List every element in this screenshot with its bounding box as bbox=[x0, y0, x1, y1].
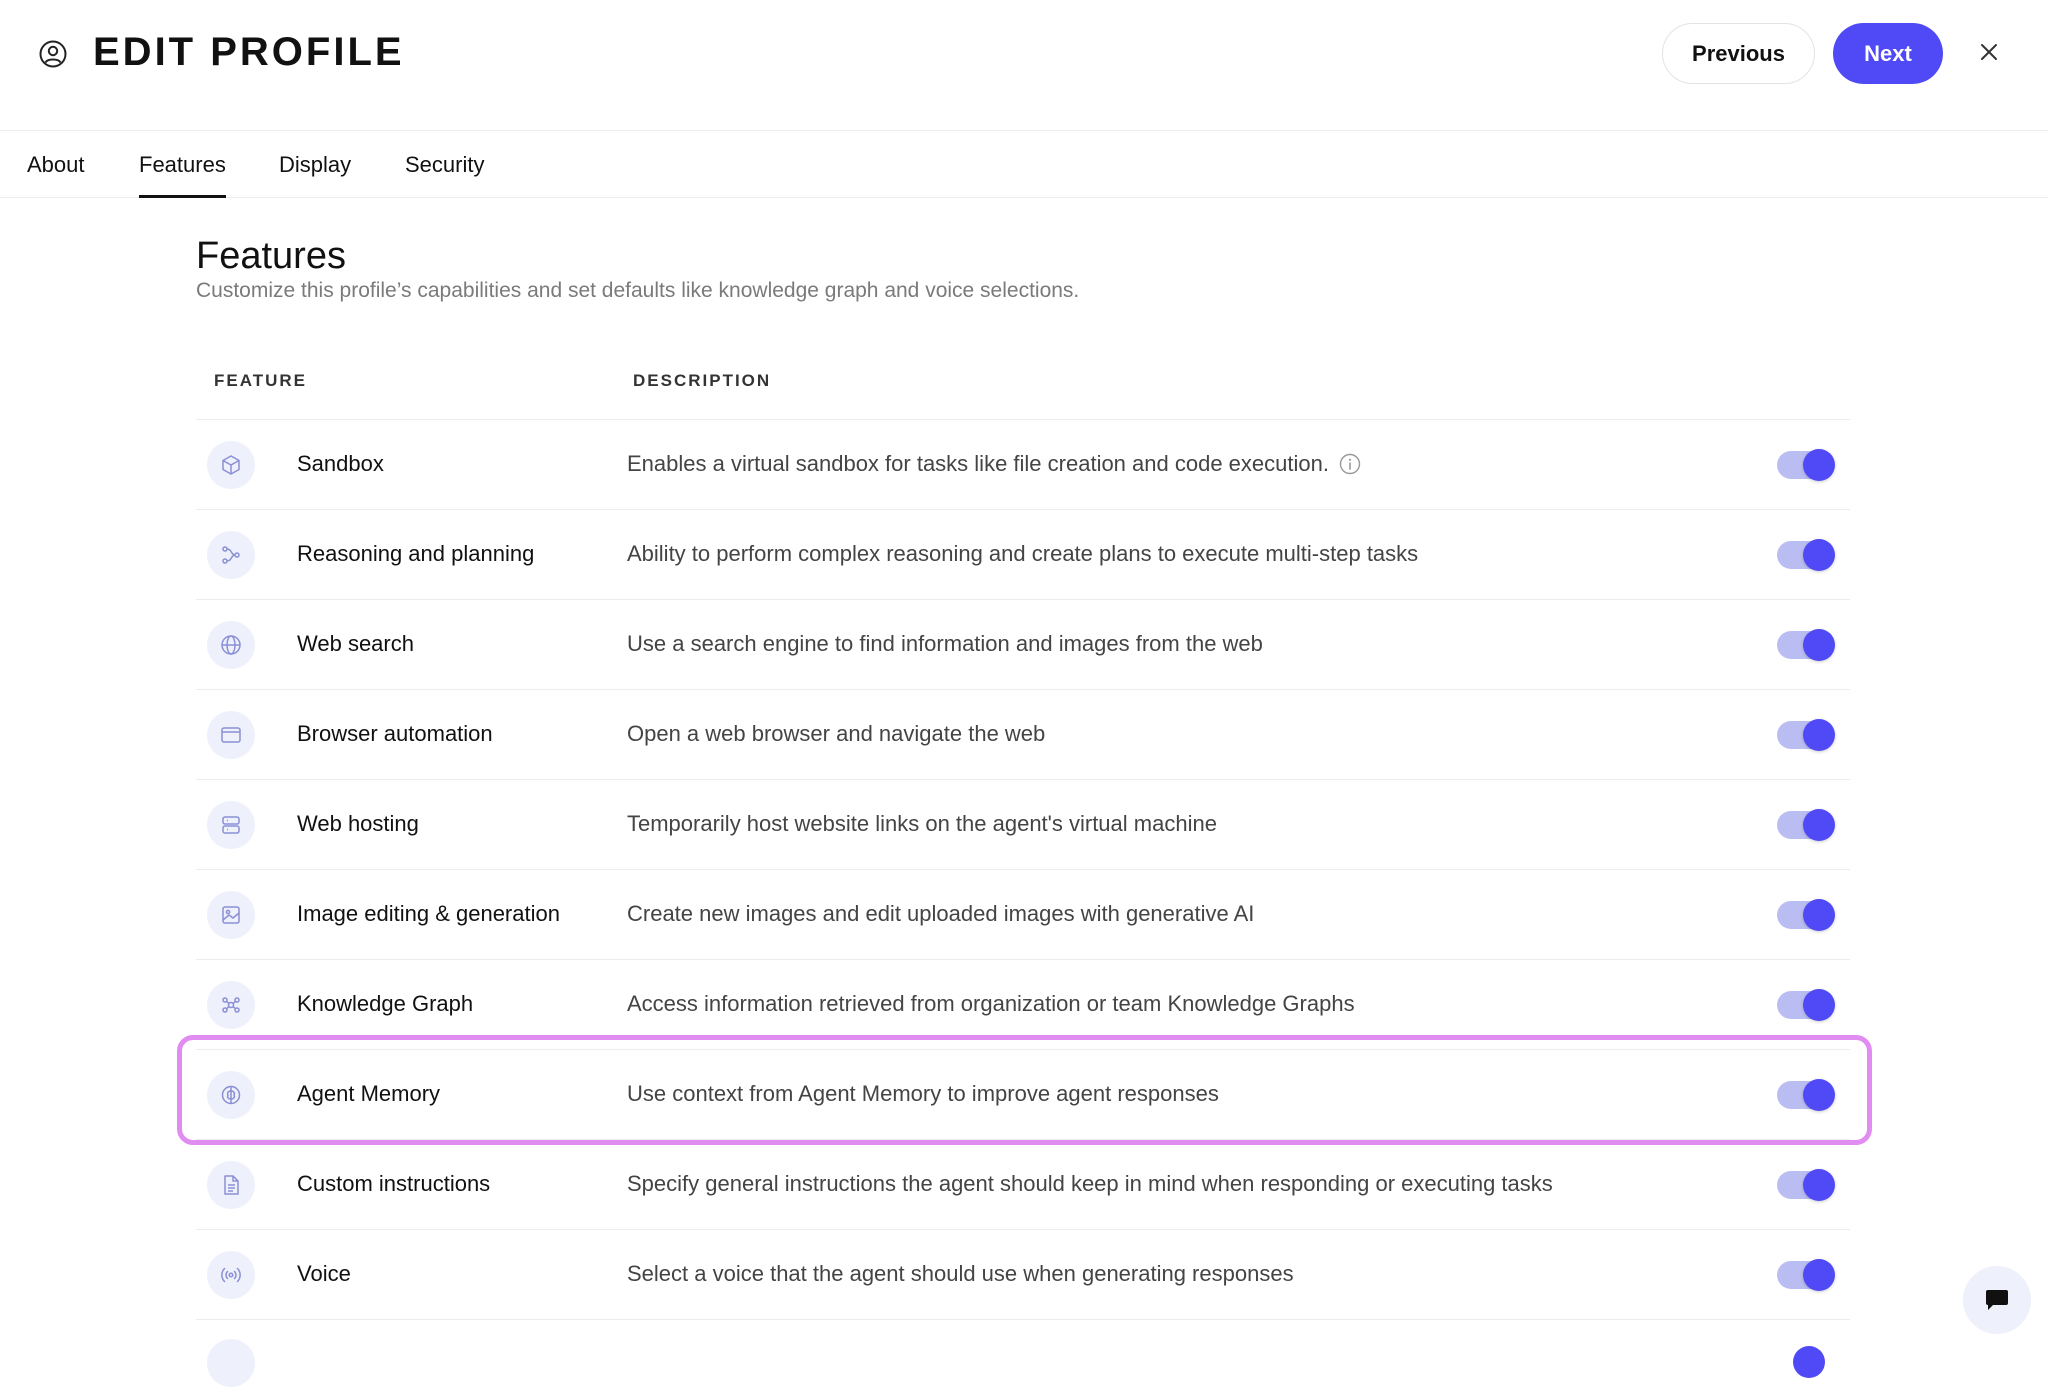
feature-name: Custom instructions bbox=[297, 1171, 491, 1196]
knowledge-graph-toggle[interactable] bbox=[1777, 989, 1835, 1021]
feature-row-browser-automation: Browser automation Open a web browser an… bbox=[196, 690, 1850, 780]
feature-row-agent-memory: Agent Memory Use context from Agent Memo… bbox=[196, 1050, 1850, 1140]
tab-display[interactable]: Display bbox=[279, 131, 351, 198]
feature-row-web-hosting: Web hosting Temporarily host website lin… bbox=[196, 780, 1850, 870]
toggle-knob bbox=[1803, 719, 1835, 751]
feature-name: Knowledge Graph bbox=[297, 991, 474, 1016]
toggle-knob bbox=[1803, 449, 1835, 481]
image-icon bbox=[207, 891, 255, 939]
feature-row-partial bbox=[196, 1318, 1850, 1387]
feature-row-reasoning: Reasoning and planning Ability to perfor… bbox=[196, 510, 1850, 600]
tab-about[interactable]: About bbox=[27, 131, 85, 198]
toggle-knob bbox=[1803, 1079, 1835, 1111]
browser-window-icon bbox=[207, 711, 255, 759]
page-title: EDIT PROFILE bbox=[93, 30, 405, 74]
close-icon[interactable] bbox=[1976, 39, 2002, 65]
feature-description: Enables a virtual sandbox for tasks like… bbox=[627, 451, 1361, 477]
column-header-feature: FEATURE bbox=[214, 371, 308, 390]
chat-button[interactable] bbox=[1963, 1266, 2031, 1334]
feature-description: Specify general instructions the agent s… bbox=[627, 1171, 1553, 1196]
toggle-knob bbox=[1803, 539, 1835, 571]
feature-description: Open a web browser and navigate the web bbox=[627, 721, 1046, 746]
info-icon[interactable] bbox=[1339, 453, 1361, 475]
document-icon bbox=[207, 1161, 255, 1209]
feature-row-web-search: Web search Use a search engine to find i… bbox=[196, 600, 1850, 690]
modal-header: EDIT PROFILE Previous Next bbox=[0, 0, 2048, 131]
web-hosting-toggle[interactable] bbox=[1777, 809, 1835, 841]
reasoning-toggle[interactable] bbox=[1777, 539, 1835, 571]
feature-icon bbox=[207, 1339, 255, 1387]
column-header-description: DESCRIPTION bbox=[633, 371, 772, 390]
feature-name: Web hosting bbox=[297, 811, 419, 836]
feature-name: Browser automation bbox=[297, 721, 493, 746]
user-circle-icon bbox=[39, 40, 67, 68]
sandbox-toggle[interactable] bbox=[1777, 449, 1835, 481]
web-search-toggle[interactable] bbox=[1777, 629, 1835, 661]
custom-instructions-toggle[interactable] bbox=[1777, 1169, 1835, 1201]
feature-name: Image editing & generation bbox=[297, 901, 560, 926]
feature-description: Temporarily host website links on the ag… bbox=[627, 811, 1217, 836]
previous-button[interactable]: Previous bbox=[1662, 23, 1815, 84]
feature-description-text: Enables a virtual sandbox for tasks like… bbox=[627, 451, 1329, 476]
cube-icon bbox=[207, 441, 255, 489]
feature-name: Reasoning and planning bbox=[297, 541, 535, 566]
toggle-knob bbox=[1803, 629, 1835, 661]
feature-description: Access information retrieved from organi… bbox=[627, 991, 1355, 1016]
flow-icon bbox=[207, 531, 255, 579]
feature-row-voice: Voice Select a voice that the agent shou… bbox=[196, 1230, 1850, 1320]
features-table: FEATURE DESCRIPTION Sandbox Enables a vi… bbox=[196, 350, 1850, 1320]
feature-row-knowledge-graph: Knowledge Graph Access information retri… bbox=[196, 960, 1850, 1050]
feature-row-sandbox: Sandbox Enables a virtual sandbox for ta… bbox=[196, 420, 1850, 510]
feature-row-custom-instructions: Custom instructions Specify general inst… bbox=[196, 1140, 1850, 1230]
section-subtitle: Customize this profile’s capabilities an… bbox=[196, 279, 1080, 302]
feature-description: Ability to perform complex reasoning and… bbox=[627, 541, 1419, 566]
toggle-knob bbox=[1803, 809, 1835, 841]
image-editing-toggle[interactable] bbox=[1777, 899, 1835, 931]
server-icon bbox=[207, 801, 255, 849]
voice-toggle[interactable] bbox=[1777, 1259, 1835, 1291]
tab-features[interactable]: Features bbox=[139, 131, 226, 198]
tab-bar: About Features Display Security bbox=[0, 131, 2048, 198]
toggle-knob bbox=[1803, 989, 1835, 1021]
section-title: Features bbox=[196, 235, 346, 277]
toggle-knob bbox=[1803, 1169, 1835, 1201]
feature-name: Agent Memory bbox=[297, 1081, 441, 1106]
chat-bubble-icon bbox=[1986, 1290, 2008, 1310]
feature-name: Web search bbox=[297, 631, 414, 656]
broadcast-icon bbox=[207, 1251, 255, 1299]
brain-icon bbox=[207, 1071, 255, 1119]
agent-memory-toggle[interactable] bbox=[1777, 1079, 1835, 1111]
feature-description: Use a search engine to find information … bbox=[627, 631, 1263, 656]
feature-description: Create new images and edit uploaded imag… bbox=[627, 901, 1255, 926]
feature-name: Voice bbox=[297, 1261, 351, 1286]
tab-security[interactable]: Security bbox=[405, 131, 484, 198]
browser-automation-toggle[interactable] bbox=[1777, 719, 1835, 751]
feature-description: Use context from Agent Memory to improve… bbox=[627, 1081, 1219, 1106]
next-button[interactable]: Next bbox=[1833, 23, 1943, 84]
feature-name: Sandbox bbox=[297, 451, 384, 476]
toggle-knob bbox=[1803, 1259, 1835, 1291]
feature-description: Select a voice that the agent should use… bbox=[627, 1261, 1294, 1286]
toggle-knob bbox=[1803, 899, 1835, 931]
globe-icon bbox=[207, 621, 255, 669]
toggle-knob[interactable] bbox=[1793, 1346, 1825, 1378]
graph-nodes-icon bbox=[207, 981, 255, 1029]
feature-row-image-editing: Image editing & generation Create new im… bbox=[196, 870, 1850, 960]
table-header: FEATURE DESCRIPTION bbox=[196, 350, 1850, 420]
